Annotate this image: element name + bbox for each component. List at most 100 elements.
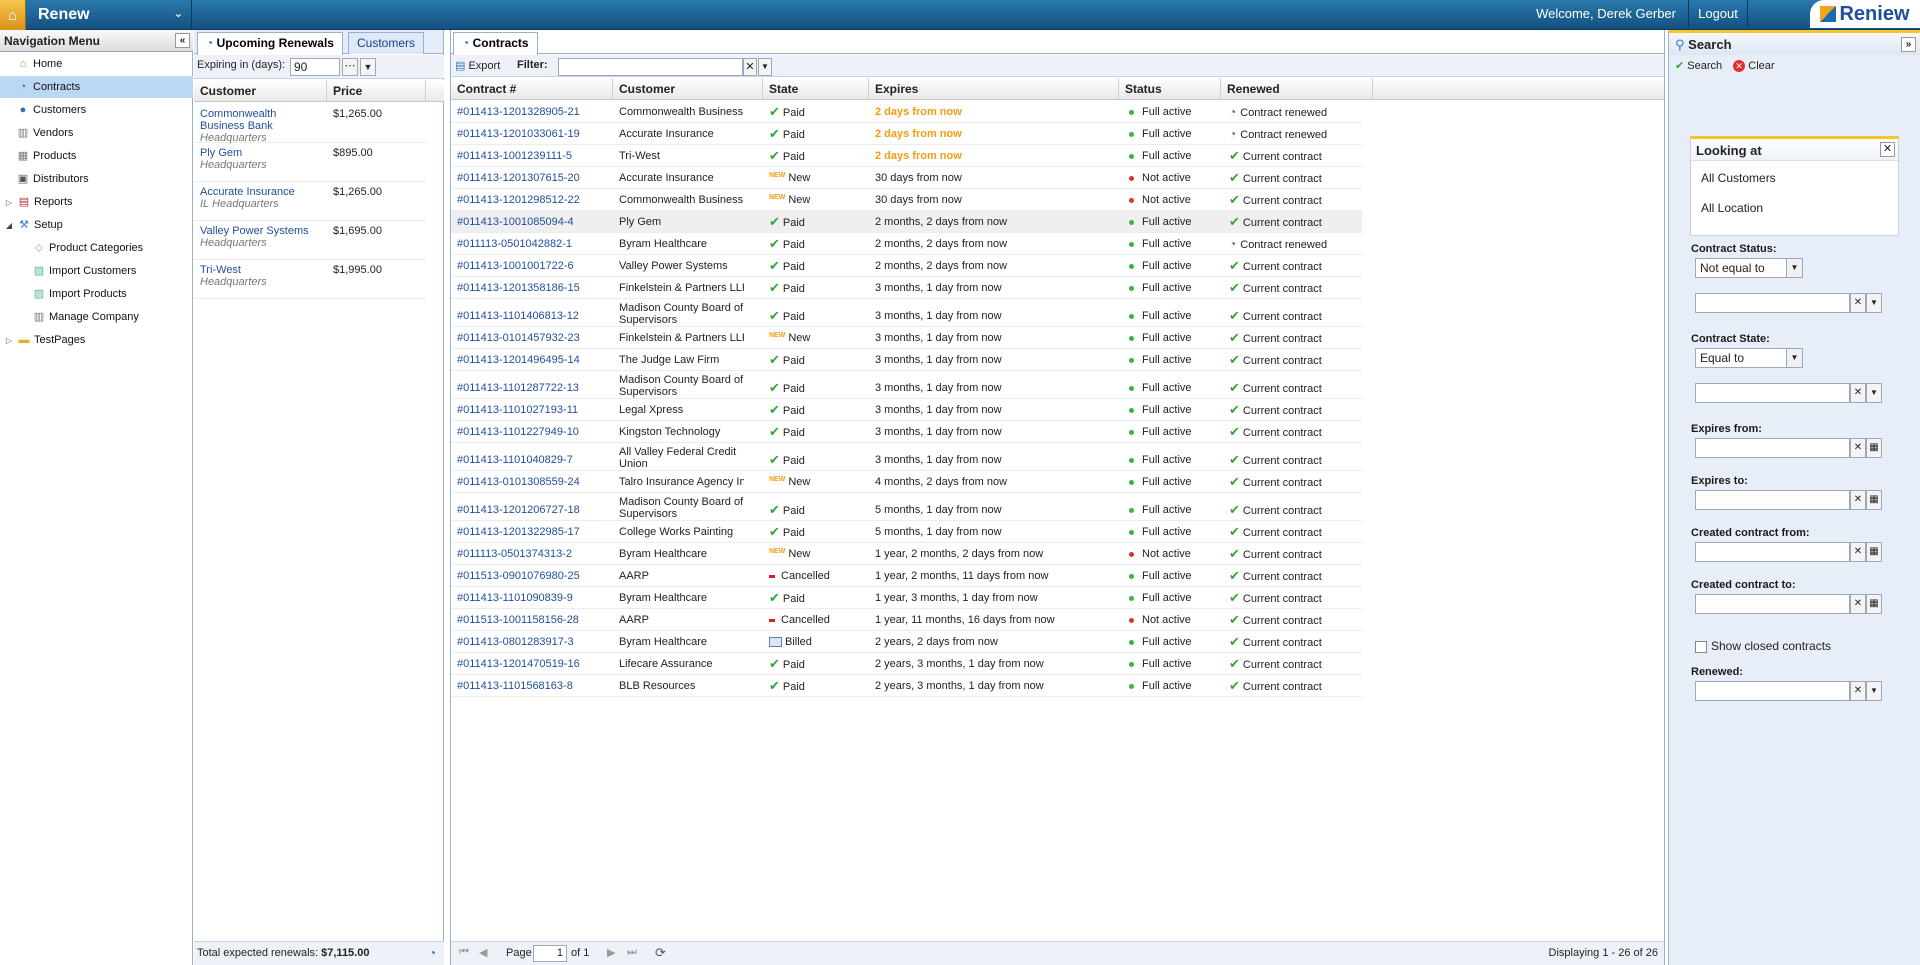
close-icon[interactable]: ✕ [1880, 142, 1895, 157]
nav-item-customers[interactable]: ● Customers [0, 99, 193, 121]
table-row[interactable]: #011413-0101308559-24 Talro Insurance Age… [451, 471, 1362, 493]
nav-item-manage-company[interactable]: ▥ Manage Company [0, 306, 193, 328]
customer-link[interactable]: Ply Gem [200, 147, 242, 159]
contract-link[interactable]: #011413-1201328905-21 [457, 101, 607, 123]
table-row[interactable]: #011413-1201298512-22 Commonwealth Busine… [451, 189, 1362, 211]
column-price[interactable]: Price [327, 80, 426, 102]
looking-item-location[interactable]: All Location [1701, 201, 1763, 215]
clear-icon[interactable]: ✕ [1850, 293, 1866, 313]
nav-item-testpages[interactable]: ▷ ▬ TestPages [0, 329, 193, 351]
column-renewed[interactable]: Renewed [1221, 78, 1373, 100]
chevron-down-icon[interactable]: ▼ [1866, 681, 1882, 701]
table-row[interactable]: #011413-1101090839-9 Byram Healthcare ✔ Pai… [451, 587, 1362, 609]
contract-status-value-input[interactable] [1695, 293, 1850, 313]
clear-icon[interactable]: ✕ [1850, 490, 1866, 510]
column-customer[interactable]: Customer [194, 80, 327, 102]
contract-link[interactable]: #011413-1101568163-8 [457, 675, 607, 697]
nav-item-reports[interactable]: ▷ ▤ Reports [0, 191, 193, 213]
app-menu-button[interactable]: Renew ⌄ [26, 0, 192, 30]
table-row[interactable]: #011413-1101287722-13 Madison County Boar… [451, 371, 1362, 399]
table-row[interactable]: #011413-1201206727-18 Madison County Boar… [451, 493, 1362, 521]
filter-input[interactable] [558, 58, 743, 76]
table-row[interactable]: #011413-1101027193-11 Legal Xpress ✔ Paid 3 … [451, 399, 1362, 421]
contract-link[interactable]: #011413-1201298512-22 [457, 189, 607, 211]
contract-link[interactable]: #011413-1101090839-9 [457, 587, 607, 609]
page-number-input[interactable]: 1 [533, 945, 567, 962]
table-row[interactable]: #011413-1101406813-12 Madison County Boar… [451, 299, 1362, 327]
contract-link[interactable]: #011413-0801283917-3 [457, 631, 607, 653]
contract-link[interactable]: #011413-0101308559-24 [457, 471, 607, 493]
contract-link[interactable]: #011413-1201358186-15 [457, 277, 607, 299]
contract-link[interactable]: #011413-1201033061-19 [457, 123, 607, 145]
clear-icon[interactable]: ✕ [1850, 594, 1866, 614]
clear-icon[interactable]: ✕ [1850, 383, 1866, 403]
chevron-down-icon[interactable]: ▼ [758, 58, 772, 76]
table-row[interactable]: #011413-1001085094-4 Ply Gem ✔ Paid 2 months… [451, 211, 1362, 233]
tab-customers[interactable]: Customers [348, 32, 425, 54]
expires-to-input[interactable] [1695, 490, 1850, 510]
calendar-icon[interactable]: ▦ [1866, 438, 1882, 458]
contract-state-operator-select[interactable]: Equal to ▼ [1695, 348, 1803, 368]
created-from-input[interactable] [1695, 542, 1850, 562]
contract-link[interactable]: #011413-1201470519-16 [457, 653, 607, 675]
customer-link[interactable]: Accurate Insurance [200, 186, 295, 198]
table-row[interactable]: #011413-0801283917-3 Byram Healthcare Bill… [451, 631, 1362, 653]
table-row[interactable]: #011113-0501374313-2 Byram Healthcare NEW N… [451, 543, 1362, 565]
contract-link[interactable]: #011413-1201322985-17 [457, 521, 607, 543]
table-row[interactable]: #011413-1001001722-6 Valley Power Systems… [451, 255, 1362, 277]
tab-upcoming-renewals[interactable]: ◔ Upcoming Renewals [197, 32, 343, 55]
table-row[interactable]: #011513-1001158156-28 AARP Cancelled 1 year… [451, 609, 1362, 631]
expires-from-input[interactable] [1695, 438, 1850, 458]
looking-item-customers[interactable]: All Customers [1701, 171, 1776, 185]
nav-item-setup[interactable]: ◢ ⚒ Setup [0, 214, 193, 236]
home-icon[interactable]: ⌂ [0, 0, 26, 30]
table-row[interactable]: #011413-1201033061-19 Accurate Insurance ✔… [451, 123, 1362, 145]
table-row[interactable]: Valley Power Systems Headquarters $1,695.0… [194, 221, 426, 260]
nav-item-vendors[interactable]: ▥ Vendors [0, 122, 193, 144]
table-row[interactable]: #011413-1201307615-20 Accurate Insurance N… [451, 167, 1362, 189]
table-row[interactable]: #011513-0901076980-25 AARP Cancelled 1 year… [451, 565, 1362, 587]
contract-link[interactable]: #011113-0501042882-1 [457, 233, 607, 255]
calendar-icon[interactable]: ▦ [1866, 490, 1882, 510]
nav-item-distributors[interactable]: ▣ Distributors [0, 168, 193, 190]
contract-link[interactable]: #011513-1001158156-28 [457, 609, 607, 631]
calendar-icon[interactable]: ▦ [1866, 594, 1882, 614]
refresh-icon[interactable]: ⟳ [655, 945, 666, 961]
table-row[interactable]: #011413-1101040829-7 All Valley Federal C… [451, 443, 1362, 471]
clear-icon[interactable]: ✕ [1850, 542, 1866, 562]
contract-link[interactable]: #011413-1001085094-4 [457, 211, 607, 233]
nav-item-product-categories[interactable]: ⬦ Product Categories [0, 237, 193, 259]
more-options-button[interactable]: ⋯ [342, 58, 358, 76]
expiring-days-input[interactable]: 90 [290, 58, 340, 76]
nav-item-contracts[interactable]: ◔ Contracts [0, 76, 193, 98]
table-row[interactable]: #011413-0101457932-23 Finkelstein & Partn… [451, 327, 1362, 349]
table-row[interactable]: Tri-West Headquarters $1,995.00 [194, 260, 426, 299]
contract-link[interactable]: #011513-0901076980-25 [457, 565, 607, 587]
table-row[interactable]: #011413-1201358186-15 Finkelstein & Partn… [451, 277, 1362, 299]
column-status[interactable]: Status [1119, 78, 1221, 100]
table-row[interactable]: #011413-1001239111-5 Tri-West ✔ Paid 2 days … [451, 145, 1362, 167]
contract-link[interactable]: #011413-1001239111-5 [457, 145, 607, 167]
chevron-down-icon[interactable]: ▼ [360, 58, 376, 76]
next-page-icon[interactable]: ▶ [607, 946, 615, 959]
customer-link[interactable]: Commonwealth Business Bank [200, 108, 276, 132]
nav-item-import-customers[interactable]: ▨ Import Customers [0, 260, 193, 282]
table-row[interactable]: #011413-1101568163-8 BLB Resources ✔ Paid 2 … [451, 675, 1362, 697]
contract-link[interactable]: #011113-0501374313-2 [457, 543, 607, 565]
table-row[interactable]: #011413-1201470519-16 Lifecare Assurance ✔… [451, 653, 1362, 675]
logout-button[interactable]: Logout [1688, 0, 1748, 28]
nav-item-home[interactable]: ⌂ Home [0, 53, 193, 75]
column-customer[interactable]: Customer [613, 78, 763, 100]
contract-status-operator-select[interactable]: Not equal to ▼ [1695, 258, 1803, 278]
refresh-icon[interactable]: ◔ [429, 946, 436, 960]
column-state[interactable]: State [763, 78, 869, 100]
previous-page-icon[interactable]: ◀ [479, 946, 487, 959]
table-row[interactable]: #011413-1201328905-21 Commonwealth Busine… [451, 101, 1362, 123]
collapse-left-icon[interactable]: « [175, 33, 190, 48]
clear-icon[interactable]: ✕ [1850, 681, 1866, 701]
export-button[interactable]: ▤ Export [455, 59, 500, 72]
collapse-right-icon[interactable]: » [1901, 37, 1916, 52]
last-page-icon[interactable]: ⏭ [627, 946, 637, 959]
contract-link[interactable]: #011413-1001001722-6 [457, 255, 607, 277]
first-page-icon[interactable]: ⏮ [459, 946, 469, 959]
